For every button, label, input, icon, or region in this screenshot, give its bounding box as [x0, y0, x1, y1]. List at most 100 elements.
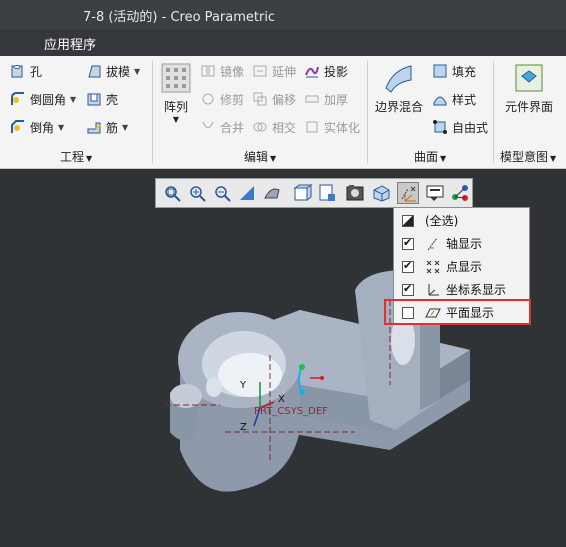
annotation-display-icon[interactable] — [424, 182, 446, 204]
csys-display-checkbox[interactable] — [402, 282, 414, 296]
freestyle-button[interactable]: 自由式 — [432, 116, 488, 138]
offset-label: 偏移 — [272, 92, 297, 107]
merge-icon — [200, 119, 216, 135]
csys-name-label: PRT_CSYS_DEF — [254, 406, 328, 417]
model-intent-group-label[interactable]: 模型意图 ▼ — [500, 148, 556, 165]
component-interface-button[interactable]: 元件界面 — [500, 62, 558, 115]
boundary-blend-icon — [383, 62, 415, 94]
freestyle-label: 自由式 — [452, 120, 489, 135]
pattern-button[interactable]: 阵列 ▼ — [158, 62, 194, 124]
filter-point-display[interactable]: 点显示 — [394, 255, 529, 278]
pattern-dropdown-icon[interactable]: ▼ — [158, 115, 194, 124]
axis-display-label: 轴显示 — [446, 237, 483, 251]
project-label: 投影 — [324, 64, 349, 79]
menu-applications[interactable]: 应用程序 — [44, 34, 96, 53]
orient-icon[interactable] — [261, 182, 283, 204]
intersect-label: 相交 — [272, 120, 297, 135]
merge-button[interactable]: 合并 — [200, 116, 244, 138]
extend-icon — [252, 63, 268, 79]
intersect-icon — [252, 119, 268, 135]
rib-dropdown-icon[interactable]: ▼ — [122, 123, 128, 132]
display-style-icon[interactable] — [316, 182, 338, 204]
select-all-checkbox[interactable] — [402, 214, 414, 227]
csys-y-label: Y — [240, 380, 247, 391]
axis-display-checkbox[interactable] — [402, 236, 414, 250]
saved-views-icon[interactable] — [291, 182, 313, 204]
hole-label: 孔 — [30, 64, 43, 79]
mirror-label: 镜像 — [220, 64, 245, 79]
merge-label: 合并 — [220, 120, 245, 135]
draft-label: 拔模 — [106, 64, 131, 79]
view-manager-icon[interactable] — [344, 182, 366, 204]
extend-label: 延伸 — [272, 64, 297, 79]
draft-dropdown-icon[interactable]: ▼ — [134, 67, 140, 76]
view-toolbar — [155, 178, 473, 208]
filter-axis-display[interactable]: 轴显示 — [394, 232, 529, 255]
draft-button[interactable]: 拔模 ▼ — [86, 60, 140, 82]
filter-select-all[interactable]: (全选) — [394, 209, 529, 232]
point-display-icon — [425, 259, 441, 275]
mirror-icon — [200, 63, 216, 79]
style-icon — [432, 91, 448, 107]
freestyle-icon — [432, 119, 448, 135]
zoom-out-icon[interactable] — [211, 182, 233, 204]
trim-label: 修剪 — [220, 92, 245, 107]
editing-group-label[interactable]: 编辑 ▼ — [244, 148, 276, 165]
zoom-in-icon[interactable] — [186, 182, 208, 204]
surfaces-group-label[interactable]: 曲面 ▼ — [414, 148, 446, 165]
menu-bar: 应用程序 — [0, 29, 566, 56]
extend-button[interactable]: 延伸 — [252, 60, 296, 82]
solidify-button[interactable]: 实体化 — [304, 116, 360, 138]
pattern-icon — [160, 62, 192, 94]
round-icon — [10, 91, 26, 107]
boundary-blend-button[interactable]: 边界混合 — [372, 62, 426, 115]
round-dropdown-icon[interactable]: ▼ — [70, 95, 76, 104]
window-title: 7-8 (活动的) - Creo Parametric — [83, 10, 276, 25]
title-bar: 7-8 (活动的) - Creo Parametric — [0, 0, 566, 29]
hole-button[interactable]: 孔 — [10, 60, 42, 82]
round-label: 倒圆角 — [30, 92, 67, 107]
rib-label: 筋 — [106, 120, 119, 135]
thicken-icon — [304, 91, 320, 107]
hole-icon — [10, 63, 26, 79]
shell-button[interactable]: 壳 — [86, 88, 118, 110]
project-button[interactable]: 投影 — [304, 60, 348, 82]
solidify-label: 实体化 — [324, 120, 361, 135]
boundary-blend-label: 边界混合 — [374, 100, 423, 114]
ribbon: 孔 倒圆角 ▼ 倒角 ▼ 拔模 ▼ 壳 筋 ▼ 工程 ▼ 阵列 ▼ 镜像 延伸 … — [0, 56, 566, 169]
repaint-icon[interactable] — [236, 182, 258, 204]
ribbon-separator — [493, 60, 494, 164]
offset-icon — [252, 91, 268, 107]
offset-button[interactable]: 偏移 — [252, 88, 296, 110]
refit-icon[interactable] — [161, 182, 183, 204]
intersect-button[interactable]: 相交 — [252, 116, 296, 138]
fill-label: 填充 — [452, 64, 477, 79]
ribbon-separator — [367, 60, 368, 164]
perspective-icon[interactable] — [370, 182, 392, 204]
shell-icon — [86, 91, 102, 107]
thicken-button[interactable]: 加厚 — [304, 88, 348, 110]
mirror-button[interactable]: 镜像 — [200, 60, 244, 82]
chamfer-button[interactable]: 倒角 ▼ — [10, 116, 64, 138]
trim-icon — [200, 91, 216, 107]
style-button[interactable]: 样式 — [432, 88, 476, 110]
component-interface-icon — [513, 62, 545, 94]
engineering-group-label[interactable]: 工程 ▼ — [60, 148, 92, 165]
project-icon — [304, 63, 320, 79]
trim-button[interactable]: 修剪 — [200, 88, 244, 110]
point-display-checkbox[interactable] — [402, 259, 414, 273]
round-button[interactable]: 倒圆角 ▼ — [10, 88, 76, 110]
rib-icon — [86, 119, 102, 135]
thicken-label: 加厚 — [324, 92, 349, 107]
chamfer-dropdown-icon[interactable]: ▼ — [58, 123, 64, 132]
plane-display-highlight — [384, 299, 531, 325]
rib-button[interactable]: 筋 ▼ — [86, 116, 128, 138]
point-display-label: 点显示 — [446, 260, 483, 274]
chamfer-icon — [10, 119, 26, 135]
fill-button[interactable]: 填充 — [432, 60, 476, 82]
select-all-label: (全选) — [425, 214, 459, 228]
datum-display-filter-icon[interactable] — [397, 182, 419, 204]
solidify-icon — [304, 119, 320, 135]
filter-csys-display[interactable]: 坐标系显示 — [394, 278, 529, 301]
spin-center-icon[interactable] — [449, 182, 471, 204]
